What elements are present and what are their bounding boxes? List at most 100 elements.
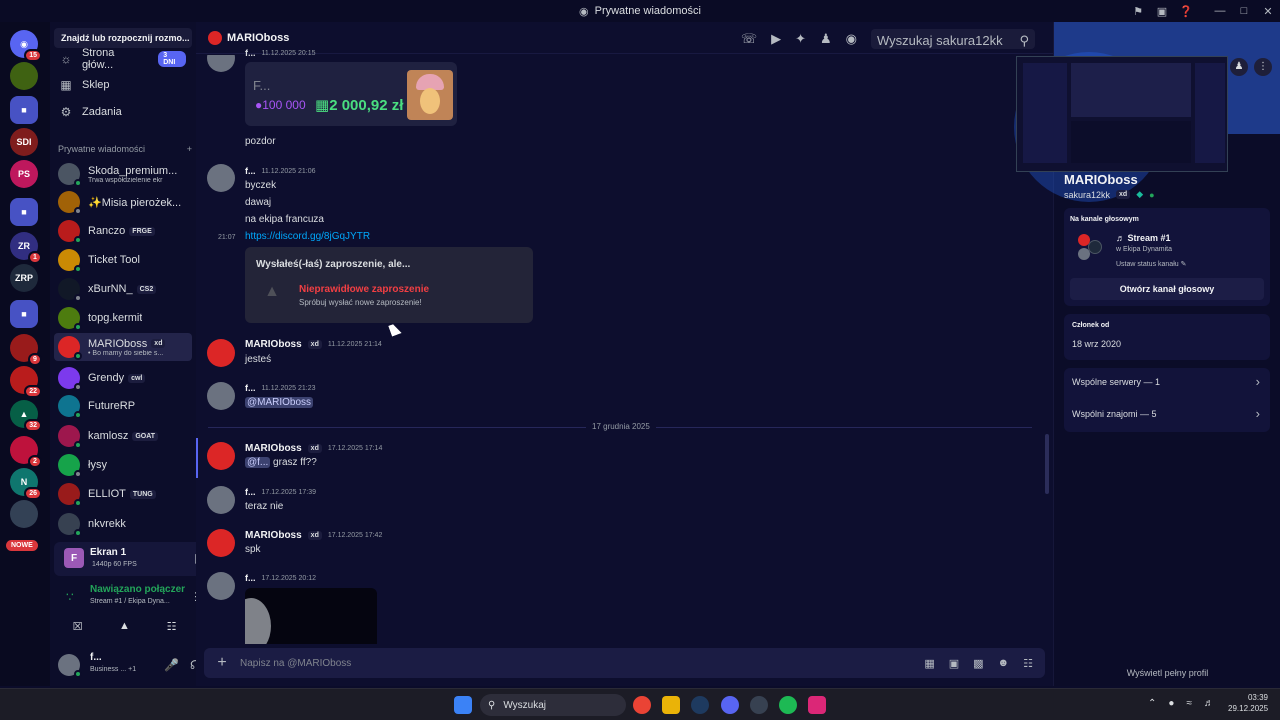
add-friends-icon[interactable]: ♟ [820,31,832,47]
server-icon[interactable]: 22 [10,366,42,398]
gif-icon[interactable]: ▣ [949,657,959,670]
user-mention[interactable]: @MARIOboss [245,397,314,408]
avatar[interactable] [207,382,235,410]
avatar[interactable] [207,339,235,367]
screen-share-button[interactable]: ▲ [107,616,143,636]
nav-item-home[interactable]: ☼ Strona głów... 3 DNI [54,47,192,71]
server-icon[interactable]: ZRP [10,264,38,292]
sticker-icon[interactable]: ▩ [973,657,983,670]
file-explorer-icon[interactable] [662,696,680,714]
nav-item-quests[interactable]: ⚙ Zadania [54,101,192,123]
camera-off-button[interactable]: ☒ [60,616,96,636]
add-dm-icon[interactable]: + [187,144,192,154]
message-input[interactable]: Napisz na @MARIOboss [240,658,924,669]
avatar[interactable] [207,442,235,470]
mutual-friends-row[interactable]: Wspólni znajomi — 5 › [1064,400,1270,430]
wifi-icon[interactable]: ≈ [1186,698,1192,709]
dm-home-button[interactable]: ◉ 15 [10,30,42,62]
nav-item-shop[interactable]: ▦ Sklep [54,74,192,96]
screen-icon[interactable]: ▣ [1150,5,1174,18]
image-attachment[interactable] [245,588,377,644]
voice-call-icon[interactable]: ☏ [741,31,757,47]
spotify-icon[interactable] [779,696,797,714]
server-icon[interactable]: ▲ 32 [10,400,42,432]
user-profile-icon[interactable]: ◉ [846,31,857,47]
help-icon[interactable]: ❓ [1174,5,1198,18]
stream-preview[interactable]: F [64,548,84,568]
dm-conversation[interactable]: topg.kermit [54,304,192,332]
set-channel-status[interactable]: Ustaw status kanału ✎ [1116,260,1186,268]
find-conversation-input[interactable]: Znajdź lub rozpocznij rozmo... [54,28,192,48]
dm-conversation[interactable]: xBurNN_ CS2 [54,275,192,303]
dm-conversation[interactable]: Grendy cwl [54,364,192,392]
dm-conversation[interactable]: Ranczo FRGE [54,217,192,245]
chat-search-input[interactable]: Wyszukaj sakura12kk ⚲ [871,29,1035,49]
mutual-servers-row[interactable]: Wspólne serwery — 1 › [1064,368,1270,398]
gift-icon[interactable]: ▦ [924,657,934,670]
dm-conversation[interactable]: MARIOboss xd • Bo mamy do siebie s... [54,333,192,361]
app-icon[interactable] [750,696,768,714]
video-call-icon[interactable]: ▶ [771,31,781,47]
server-icon[interactable]: PS [10,160,38,188]
message-composer[interactable]: + Napisz na @MARIOboss ▦ ▣ ▩ ☻ ☷ [204,648,1045,678]
clock[interactable]: 03:39 29.12.2025 [1228,693,1268,713]
emoji-icon[interactable]: ☻ [998,657,1010,670]
voice-channel-name[interactable]: ♬ Stream #1 [1116,233,1171,243]
apps-icon[interactable]: ☷ [1023,657,1033,670]
open-voice-channel-button[interactable]: Otwórz kanał głosowy [1070,278,1264,300]
dm-conversation[interactable]: kamlosz GOAT [54,422,192,450]
close-button[interactable]: ✕ [1256,5,1280,18]
volume-icon[interactable]: ♬ [1204,698,1214,709]
chevron-up-icon[interactable]: ⌃ [1148,698,1156,709]
server-icon[interactable]: ZR 1 [10,232,42,264]
app-icon[interactable] [808,696,826,714]
view-full-profile-link[interactable]: Wyświetl pełny profil [1054,668,1280,678]
folder-icon[interactable]: ■ [10,198,38,226]
taskbar-search[interactable]: ⚲ Wyszukaj [480,694,626,716]
dm-conversation[interactable]: ✨Misia pierożek... [54,188,192,216]
mic-icon[interactable]: ● [1168,698,1174,709]
server-icon[interactable]: 9 [10,334,42,366]
voice-status[interactable]: Nawiązano połączer [90,584,185,595]
server-icon[interactable]: 2 [10,436,42,468]
server-icon[interactable] [10,62,38,90]
dm-conversation[interactable]: łysy [54,451,192,479]
invite-link[interactable]: https://discord.gg/8jGqJYTR [245,231,370,242]
dm-conversation[interactable]: Ticket Tool [54,246,192,274]
avatar[interactable] [207,572,235,600]
maximize-button[interactable]: □ [1232,5,1256,17]
channel-name[interactable]: MARIOboss [227,32,289,44]
status-indicator [74,499,82,507]
new-servers-badge[interactable]: NOWE [6,540,38,551]
server-icon[interactable]: N 26 [10,468,42,500]
minimize-button[interactable]: — [1208,5,1232,17]
activities-button[interactable]: ☷ [154,616,190,636]
avatar[interactable] [207,529,235,557]
server-icon[interactable] [10,500,38,528]
folder-icon[interactable]: ■ [10,96,38,124]
add-friend-icon[interactable]: ♟ [1230,58,1248,76]
folder-icon[interactable]: ■ [10,300,38,328]
more-icon[interactable]: ⋮ [1254,58,1272,76]
inbox-icon[interactable]: ⚑ [1126,5,1150,18]
chat-scrollbar[interactable] [1045,434,1049,494]
avatar[interactable] [207,486,235,514]
stream-thumbnail[interactable] [1016,56,1228,172]
pin-icon[interactable]: ✦ [795,31,806,47]
avatar[interactable] [207,164,235,192]
start-icon[interactable] [454,696,472,714]
avatar[interactable] [58,654,82,678]
add-attachment-icon[interactable]: + [204,654,240,672]
server-tag: FRGE [129,226,155,236]
chrome-icon[interactable] [633,696,651,714]
dm-conversation[interactable]: nkvrekk [54,510,192,538]
voice-channel[interactable]: Stream #1 / Ekipa Dyna... [90,598,170,605]
dm-conversation[interactable]: FutureRP [54,392,192,420]
server-icon[interactable]: SDI [10,128,38,156]
dm-conversation[interactable]: Skoda_premium... Trwa współdzielenie ekr [54,160,192,188]
discord-icon[interactable] [721,696,739,714]
steam-icon[interactable] [691,696,709,714]
user-mention[interactable]: @f... [245,457,271,468]
dm-conversation[interactable]: ELLIOT TUNG [54,480,192,508]
mic-icon[interactable]: 🎤 [164,658,179,672]
